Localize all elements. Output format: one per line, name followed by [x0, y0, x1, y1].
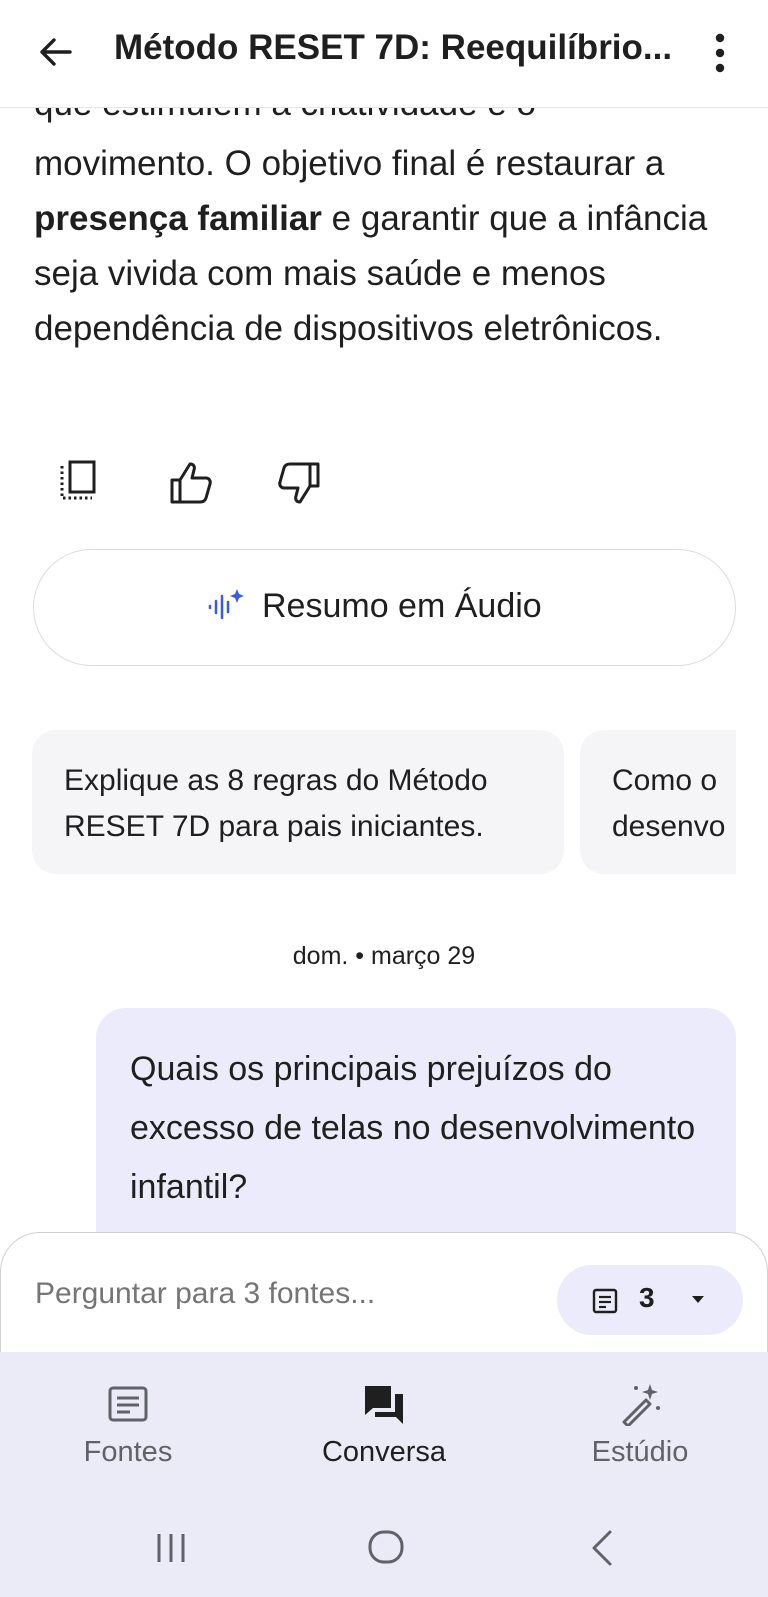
- tab-fontes[interactable]: Fontes: [0, 1352, 256, 1492]
- tab-label: Conversa: [321, 1436, 447, 1468]
- composer: Perguntar para 3 fontes... 3: [0, 1232, 768, 1357]
- thumbs-down-icon: [278, 462, 320, 504]
- copy-icon: [60, 460, 96, 500]
- thumbs-down-button[interactable]: [276, 458, 322, 508]
- thumbs-up-button[interactable]: [168, 458, 214, 508]
- suggestion-chips: Explique as 8 regras do Método RESET 7D …: [32, 730, 736, 874]
- page-title: Método RESET 7D: Reequilíbrio...: [114, 28, 673, 67]
- recent-apps-button[interactable]: [141, 1518, 201, 1578]
- tab-label: Estúdio: [591, 1436, 689, 1468]
- sources-count: 3: [639, 1282, 655, 1313]
- home-button[interactable]: [356, 1518, 416, 1578]
- chat-icon: [365, 1386, 403, 1424]
- audio-sparkle-icon: [208, 589, 244, 620]
- recents-icon: [157, 1534, 185, 1562]
- document-icon: [592, 1288, 618, 1314]
- system-navigation-bar: [0, 1500, 768, 1597]
- thumbs-up-icon: [170, 462, 212, 504]
- home-icon: [368, 1530, 404, 1564]
- chevron-left-icon: [592, 1530, 612, 1566]
- bottom-navigation: Fontes Conversa Estúdio: [0, 1352, 768, 1597]
- date-separator: dom. • março 29: [292, 942, 476, 970]
- magic-wand-icon: [622, 1384, 660, 1426]
- audio-summary-label: Resumo em Áudio: [262, 587, 542, 625]
- suggestion-chip[interactable]: Explique as 8 regras do Método RESET 7D …: [32, 730, 564, 874]
- answer-text: movimento. O objetivo final é restaurar …: [34, 136, 734, 356]
- question-input[interactable]: Perguntar para 3 fontes...: [35, 1277, 375, 1311]
- audio-summary-button[interactable]: Resumo em Áudio: [33, 549, 736, 666]
- answer-part-1: movimento. O objetivo final é restaurar …: [34, 144, 665, 183]
- sources-selector[interactable]: 3: [557, 1265, 743, 1335]
- caret-down-icon: [692, 1296, 704, 1303]
- suggestion-chip-text: Como o desenvo: [612, 764, 726, 843]
- response-actions: [58, 458, 358, 508]
- suggestion-chip[interactable]: Como o desenvo: [580, 730, 736, 874]
- tab-conversa[interactable]: Conversa: [256, 1352, 512, 1492]
- back-button[interactable]: [34, 30, 78, 74]
- answer-bold-term: presença familiar: [34, 199, 322, 238]
- tab-estudio[interactable]: Estúdio: [512, 1352, 768, 1492]
- top-app-bar: Método RESET 7D: Reequilíbrio...: [0, 0, 768, 108]
- user-message-bubble: Quais os principais prejuízos do excesso…: [96, 1008, 736, 1248]
- sources-icon: [108, 1386, 148, 1422]
- copy-button[interactable]: [58, 458, 104, 508]
- more-options-button[interactable]: [700, 30, 740, 76]
- arrow-left-icon: [40, 38, 72, 66]
- more-vert-icon: [715, 33, 725, 73]
- tab-label: Fontes: [83, 1436, 173, 1468]
- system-back-button[interactable]: [572, 1518, 632, 1578]
